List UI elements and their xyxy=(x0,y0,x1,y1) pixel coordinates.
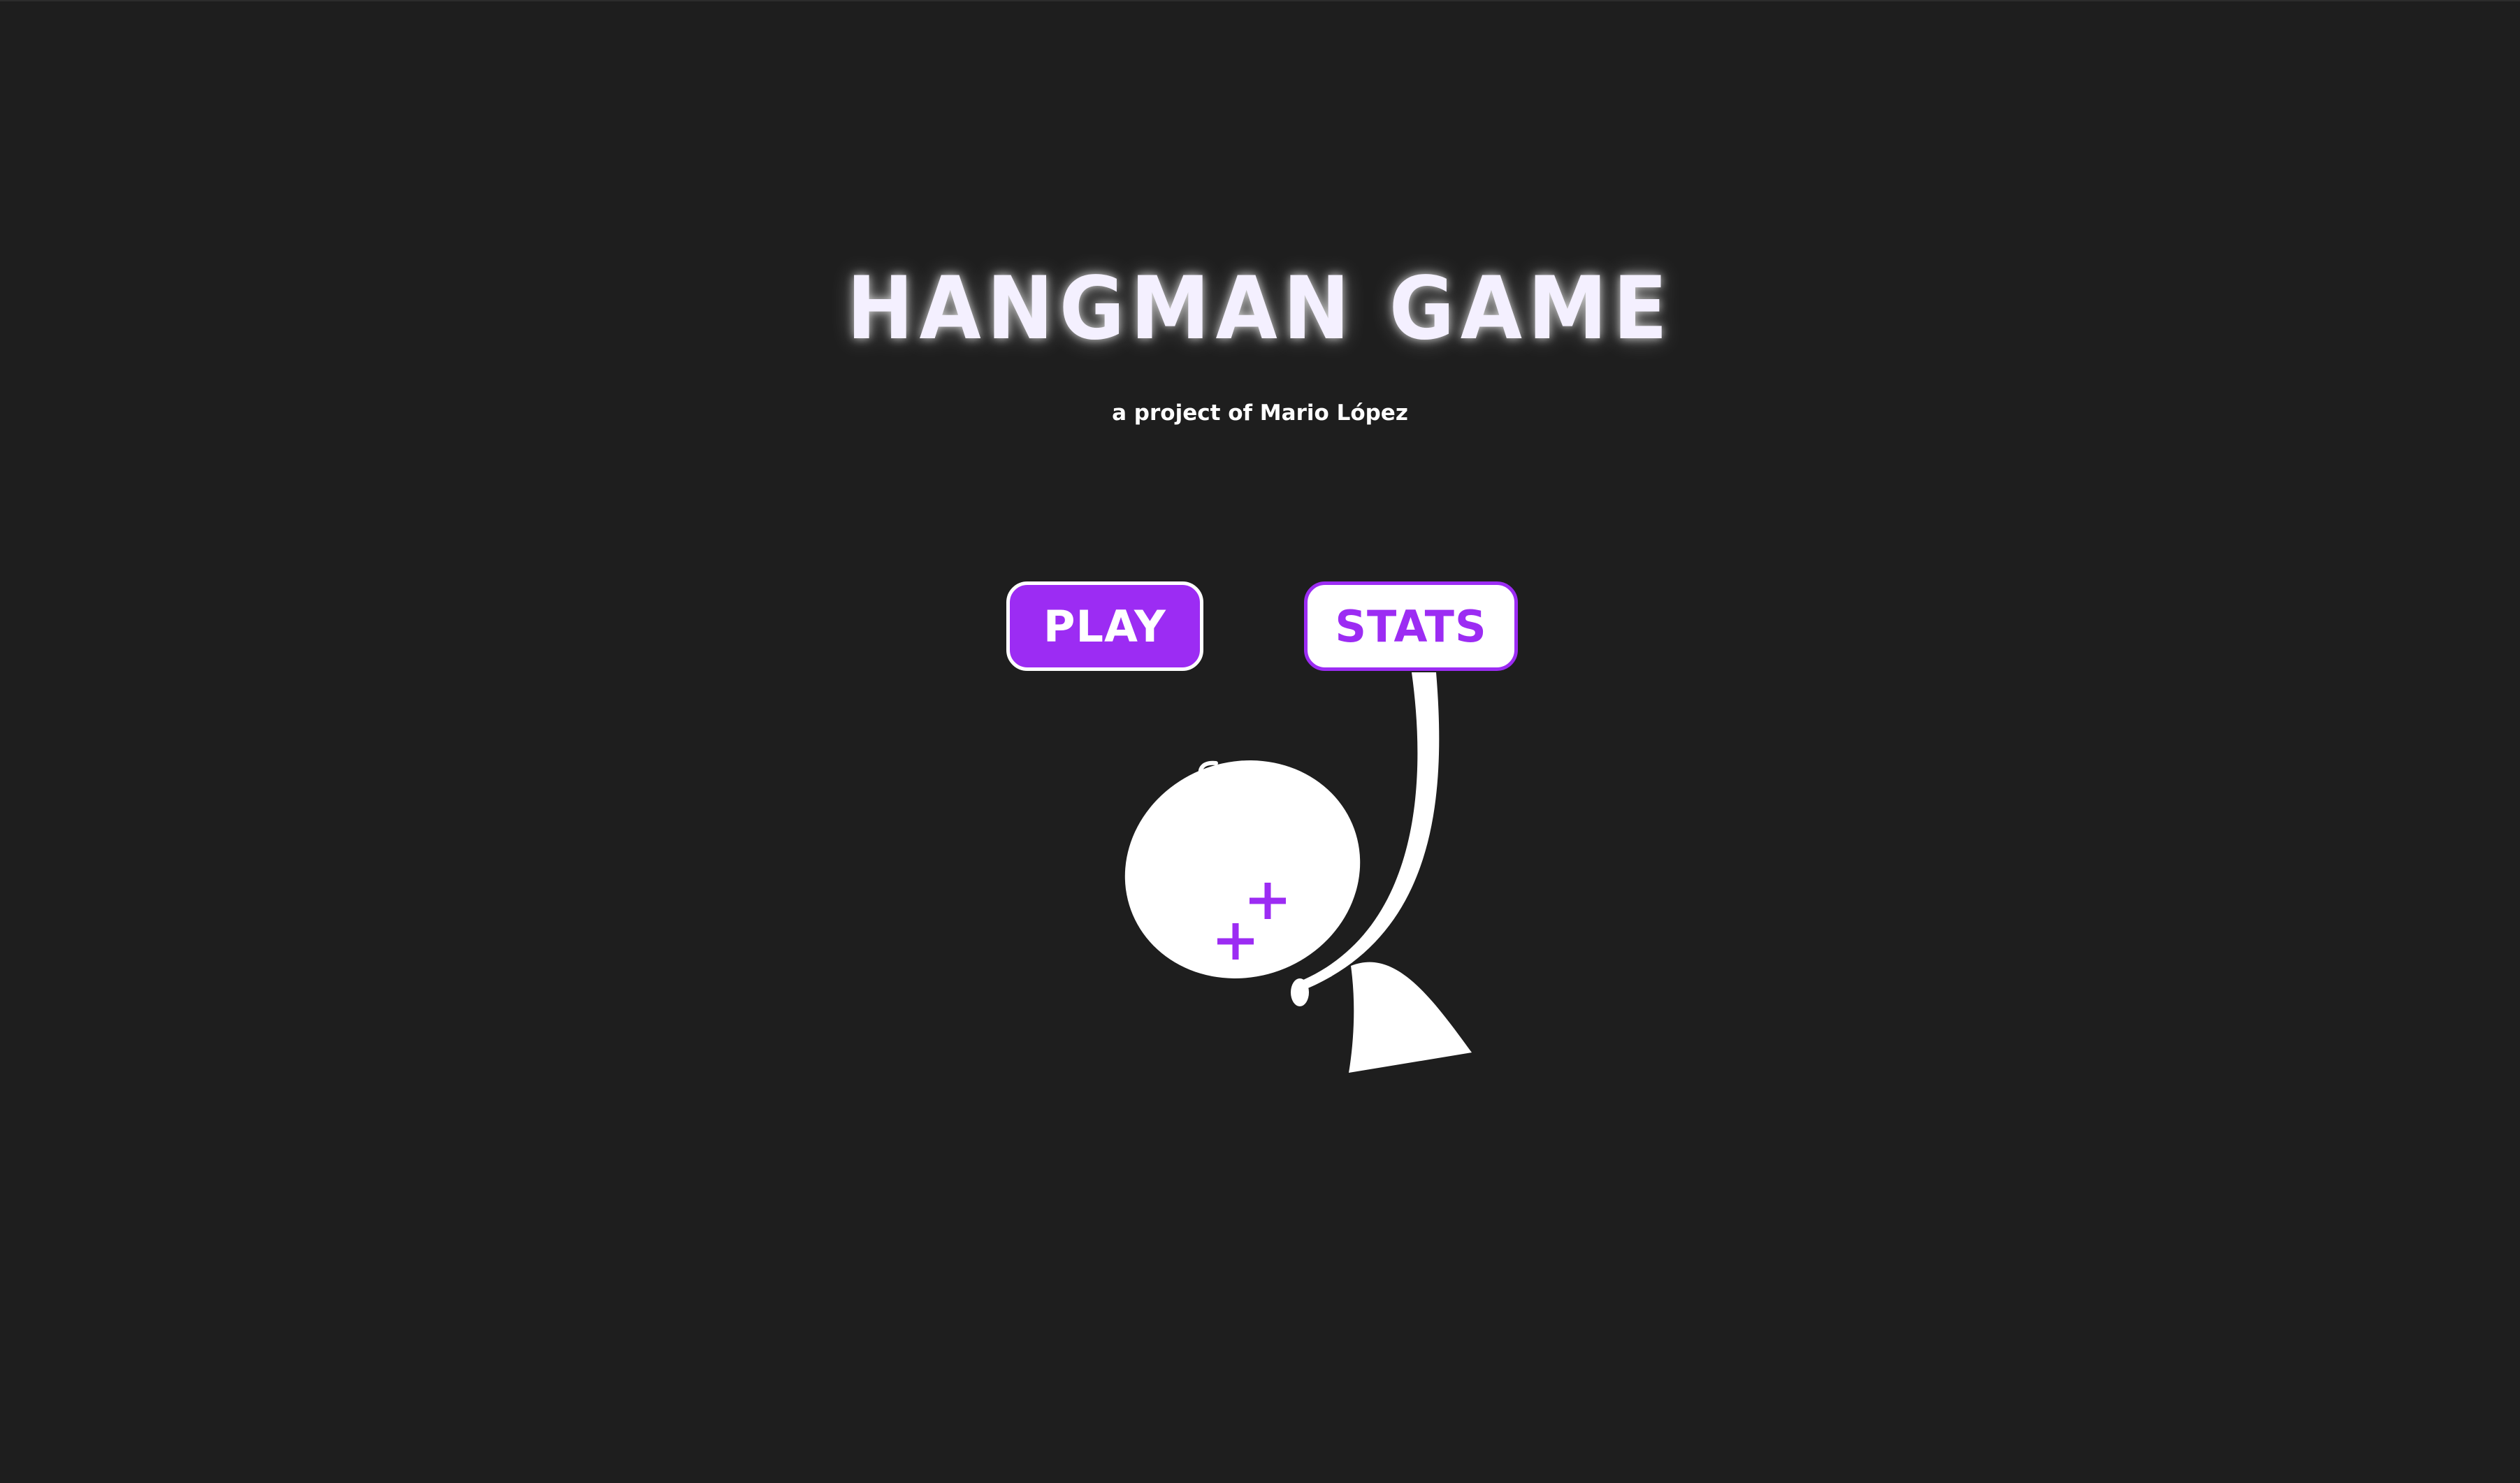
home-screen: HANGMAN GAME a project of Mario López PL… xyxy=(0,0,2520,1483)
hanged-head-icon xyxy=(1124,672,1472,1073)
play-button[interactable]: PLAY xyxy=(1006,581,1203,671)
neck xyxy=(1349,962,1472,1073)
stats-button[interactable]: STATS xyxy=(1304,581,1518,671)
project-credit: a project of Mario López xyxy=(1112,400,1408,426)
head xyxy=(1124,760,1361,978)
rope-knot xyxy=(1291,978,1309,1006)
game-title: HANGMAN GAME xyxy=(846,259,1674,359)
